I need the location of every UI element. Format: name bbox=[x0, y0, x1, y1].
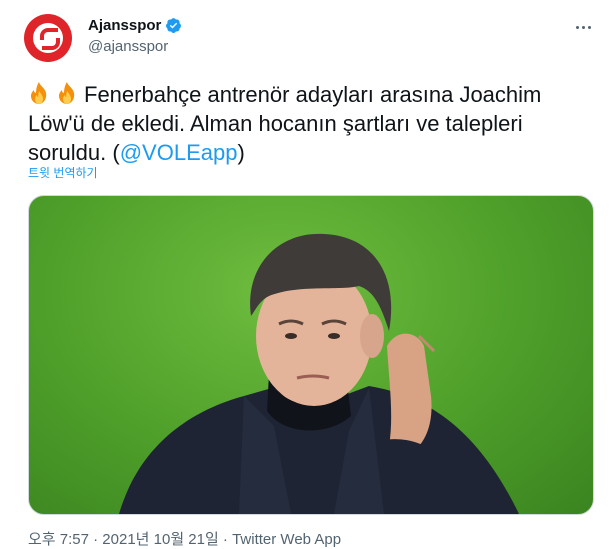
author-handle[interactable]: @ajansspor bbox=[88, 38, 168, 55]
tweet-photo[interactable] bbox=[28, 195, 594, 515]
translate-tweet-link[interactable]: 트윗 번역하기 bbox=[28, 164, 98, 181]
more-options-icon[interactable] bbox=[568, 17, 598, 37]
tweet-text: Fenerbahçe antrenör adayları arasına Joa… bbox=[28, 80, 588, 167]
author-name-row[interactable]: Ajansspor bbox=[88, 17, 182, 34]
avatar[interactable] bbox=[24, 14, 72, 62]
mention-link[interactable]: @VOLEapp bbox=[120, 140, 238, 165]
tweet-card: Ajansspor @ajansspor Fenerbahçe antrenör… bbox=[0, 0, 614, 548]
photo-illustration bbox=[119, 233, 519, 514]
tweet-body-text-end: ) bbox=[237, 140, 245, 165]
ajansspor-logo-icon bbox=[33, 23, 63, 53]
author-display-name[interactable]: Ajansspor bbox=[88, 17, 161, 34]
fire-icon bbox=[59, 82, 75, 104]
verified-badge-icon bbox=[166, 18, 182, 33]
tweet-body-text: Fenerbahçe antrenör adayları arasına Joa… bbox=[28, 82, 542, 165]
tweet-timestamp[interactable]: 오후 7:57 · 2021년 10월 21일 · Twitter Web Ap… bbox=[28, 528, 341, 549]
fire-icon bbox=[31, 82, 47, 104]
